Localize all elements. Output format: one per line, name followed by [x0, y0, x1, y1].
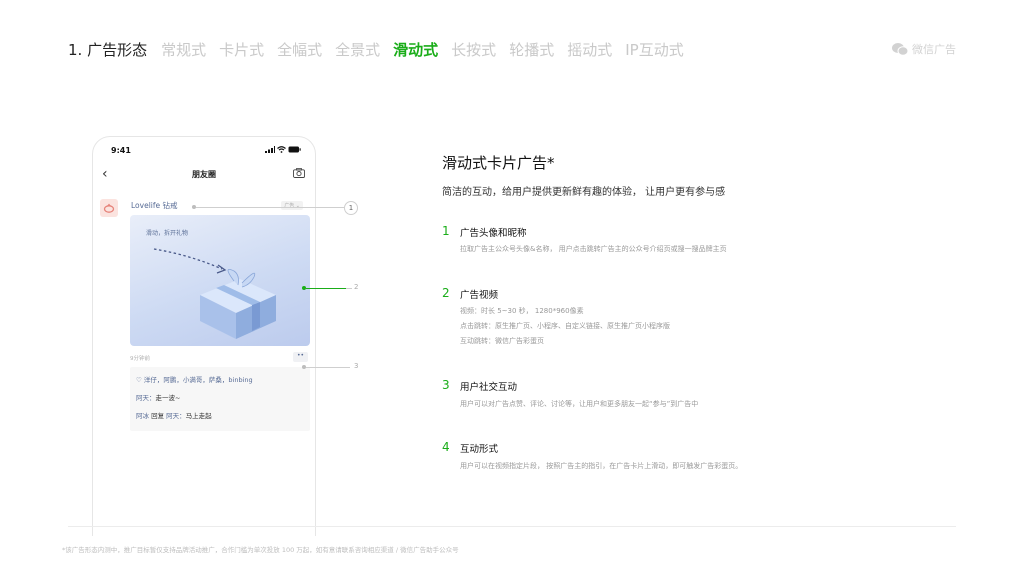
feature-number: 2 — [442, 286, 450, 300]
wifi-icon — [277, 146, 286, 153]
reply-label: 回复 — [149, 412, 167, 420]
replier-name[interactable]: 阿冰 — [136, 412, 149, 420]
camera-icon[interactable] — [293, 168, 305, 178]
feature-number: 4 — [442, 440, 450, 454]
social-interaction-panel: ♡ 洋仔，阿鹏，小满哥，萨桑，binbing 阿天：走一波~ 阿冰 回复 阿天：… — [130, 367, 310, 431]
tab-panorama[interactable]: 全景式 — [335, 39, 380, 60]
ad-avatar[interactable] — [100, 199, 118, 217]
comment-text: 走一波~ — [155, 394, 181, 402]
signal-icon — [265, 146, 275, 153]
callout-line-1 — [196, 207, 344, 208]
callout-1: 1 — [344, 201, 358, 215]
feature-title: 用户社交互动 — [460, 382, 518, 393]
headline: 滑动式卡片广告* — [442, 154, 555, 172]
status-bar: 9:41 — [93, 137, 315, 163]
callout-line-2b — [346, 288, 352, 289]
callout-line-2 — [306, 288, 346, 289]
ad-video-card[interactable]: 滑动，拆开礼物 — [130, 215, 310, 346]
brand-logo: 微信广告 — [892, 41, 956, 57]
feature-title: 广告视频 — [460, 290, 499, 301]
feature-desc: 互动跳转：微信广告彩蛋页 — [460, 337, 544, 345]
section-title: 1. 广告形态 — [68, 41, 148, 59]
post-time: 9分钟前 — [130, 356, 150, 362]
tab-slide[interactable]: 滑动式 — [393, 39, 438, 60]
feature-title: 广告头像和昵称 — [460, 228, 527, 239]
tab-shake[interactable]: 摇动式 — [567, 39, 612, 60]
nav-title: 朋友圈 — [192, 170, 216, 179]
comment-row[interactable]: 阿天：走一波~ — [136, 392, 180, 402]
phone-mockup: 9:41 ‹ 朋友圈 Lovelife 钻戒 广告 ⌄ 滑动，拆开礼物 9分钟前… — [92, 136, 316, 536]
battery-icon — [288, 146, 301, 153]
feature-desc: 点击跳转：原生推广页、小程序、自定义链接、原生推广页小程序版 — [460, 322, 670, 330]
subheadline: 简洁的互动，给用户提供更新鲜有趣的体验， 让用户更有参与感 — [442, 187, 726, 198]
ad-nickname[interactable]: Lovelife 钻戒 — [131, 200, 178, 211]
feature-desc: 拉取广告主公众号头像&名称， 用户点击跳转广告主的公众号介绍页或搜一搜品牌主页 — [460, 245, 727, 253]
reply-row[interactable]: 阿冰 回复 阿天：马上走起 — [136, 410, 212, 420]
tab-full-width[interactable]: 全幅式 — [277, 39, 322, 60]
callout-3: 3 — [354, 362, 359, 370]
feature-desc: 用户可以对广告点赞、评论、讨论等，让用户和更多朋友一起“参与”到广告中 — [460, 400, 699, 408]
feature-desc: 视频：时长 5~30 秒， 1280*960像素 — [460, 307, 584, 315]
feature-title: 互动形式 — [460, 444, 499, 455]
reply-target-name[interactable]: 阿天： — [166, 412, 186, 420]
ring-logo-icon — [103, 203, 115, 213]
callout-2: 2 — [354, 283, 359, 291]
feature-desc: 用户可以在视频指定片段， 按照广告主的指引，在广告卡片上滑动，即可触发广告彩蛋页… — [460, 462, 743, 470]
reply-text: 马上走起 — [185, 412, 212, 420]
tab-regular[interactable]: 常规式 — [161, 39, 206, 60]
ad-badge[interactable]: 广告 ⌄ — [281, 201, 303, 210]
status-time: 9:41 — [111, 146, 131, 155]
tab-carousel[interactable]: 轮播式 — [509, 39, 554, 60]
callout-line-3 — [306, 367, 350, 368]
wechat-icon — [892, 42, 908, 56]
commenter-name[interactable]: 阿天： — [136, 394, 156, 402]
status-icons — [265, 146, 301, 153]
card-hint-text: 滑动，拆开礼物 — [146, 230, 189, 237]
tab-ip-interactive[interactable]: IP互动式 — [625, 39, 683, 60]
format-nav: 1. 广告形态 常规式 卡片式 全幅式 全景式 滑动式 长按式 轮播式 摇动式 … — [68, 39, 697, 60]
feature-description: 滑动式卡片广告* 简洁的互动，给用户提供更新鲜有趣的体验， 让用户更有参与感 — [442, 152, 962, 198]
moments-navbar: ‹ 朋友圈 — [93, 165, 315, 187]
tab-card[interactable]: 卡片式 — [219, 39, 264, 60]
feature-number: 1 — [442, 224, 450, 238]
brand-name: 微信广告 — [912, 43, 956, 56]
feature-number: 3 — [442, 378, 450, 392]
likes-list[interactable]: ♡ 洋仔，阿鹏，小满哥，萨桑，binbing — [136, 374, 253, 384]
more-options-button[interactable]: •• — [293, 352, 308, 362]
tab-long-press[interactable]: 长按式 — [451, 39, 496, 60]
footnote: *该广告形态内测中，推广目标暂仅支持品牌活动推广，合作门槛为单次投放 100 万… — [62, 546, 459, 554]
footer-divider — [68, 526, 956, 527]
